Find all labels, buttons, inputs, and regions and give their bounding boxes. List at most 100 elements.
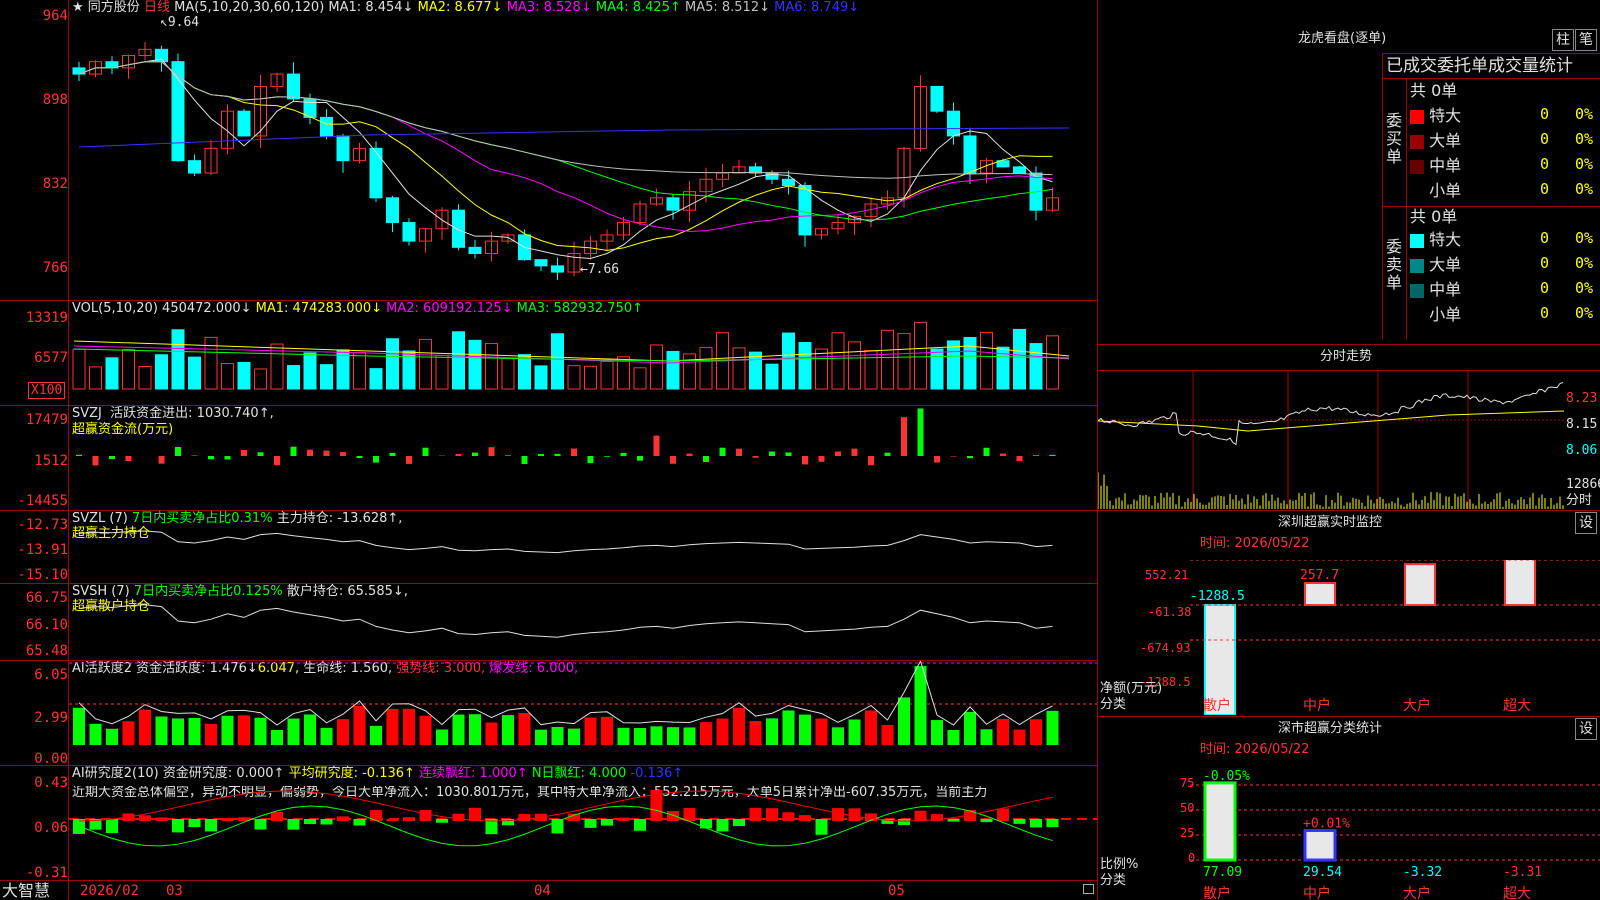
classify-settings-button[interactable]: 设 <box>1575 718 1597 740</box>
volume-bar <box>749 351 762 390</box>
color-swatch <box>1410 308 1424 323</box>
flow-bar <box>983 447 990 456</box>
svzj-chart[interactable] <box>69 406 1097 510</box>
activity-bar <box>980 729 993 745</box>
activity-bar <box>551 726 564 745</box>
intraday-vol-unit: 分时 <box>1566 493 1593 508</box>
order-row: 中单 <box>1410 157 1461 175</box>
ma-line <box>78 61 1053 179</box>
flow-bar <box>752 456 759 458</box>
research-bar <box>1030 819 1042 828</box>
monitor-category: 超大 <box>1503 698 1531 714</box>
volume-bar <box>683 353 696 390</box>
order-row: 特大 <box>1410 107 1461 125</box>
intraday-chart[interactable] <box>1098 371 1564 509</box>
flow-bar <box>604 456 610 457</box>
research-bar <box>436 819 448 823</box>
row-percent: 0% <box>1575 180 1594 198</box>
volume-bar <box>105 357 119 390</box>
vol-tick: 6577 <box>34 350 68 366</box>
candle <box>930 85 944 112</box>
monitor-category: 大户 <box>1403 697 1431 714</box>
tick-mode-button[interactable]: 笔 <box>1575 29 1597 51</box>
activity-bar <box>634 727 646 745</box>
activity-bar <box>106 728 118 745</box>
activity-bar <box>947 729 960 745</box>
svsh-chart[interactable] <box>69 584 1097 660</box>
volume-bar <box>320 364 333 390</box>
volume-chart[interactable] <box>69 301 1097 405</box>
ai-active-chart[interactable] <box>69 661 1097 765</box>
classify-bar-chart[interactable]: -0.05% 77.09 散户 +0.01% 29.54 中户 -3.32 大户 -3.31 超大 <box>1190 760 1600 900</box>
activity-bar <box>881 724 894 745</box>
intraday-vol-tick: 12866 <box>1566 477 1600 492</box>
candle <box>287 73 300 100</box>
buy-label: 委买单 <box>1386 111 1403 166</box>
research-bar <box>947 819 960 822</box>
activity-bar <box>601 716 613 745</box>
research-bar <box>337 816 349 821</box>
research-bar <box>403 817 415 821</box>
row-name: 特大 <box>1429 230 1462 249</box>
ma-line <box>78 58 1053 259</box>
research-bar <box>700 819 712 829</box>
research-bar <box>980 819 993 823</box>
flow-bar <box>208 456 214 460</box>
classify-top-label: -0.05% <box>1203 769 1250 784</box>
flow-bar <box>290 446 297 456</box>
flow-bar <box>224 456 231 460</box>
svzl-chart[interactable] <box>69 511 1097 583</box>
monitor-bar-chart[interactable]: -1288.5散户257.7中户478.59大户552.21超大 <box>1190 560 1600 715</box>
classify-xlabel: 分类 <box>1100 873 1127 888</box>
activity-bar <box>898 697 910 745</box>
svsh-tick: 66.10 <box>25 617 68 633</box>
activity-bar <box>469 714 481 745</box>
volume-bar <box>650 344 663 390</box>
classify-title: 深市超赢分类统计 <box>1278 721 1383 736</box>
volume-bar <box>1046 335 1059 390</box>
volume-bar <box>254 368 267 390</box>
kline-chart[interactable] <box>69 0 1097 300</box>
classify-category: 中户 <box>1303 885 1331 900</box>
svsh-tick: 65.48 <box>25 643 68 659</box>
price-tick: 964 <box>42 8 68 24</box>
dragon-title: 龙虎看盘(逐单) <box>1298 31 1387 46</box>
candle <box>188 160 201 174</box>
flow-bar <box>653 435 660 456</box>
flow-bar <box>851 448 858 456</box>
activity-bar <box>799 714 811 745</box>
activity-bar <box>766 718 778 745</box>
activity-bar <box>617 727 630 745</box>
vol-unit-button[interactable]: X100 <box>28 382 66 399</box>
row-value: 0 <box>1540 105 1550 123</box>
research-bar <box>188 819 201 828</box>
classify-bar <box>1303 828 1337 862</box>
research-bar <box>815 819 828 835</box>
activity-bar <box>749 721 762 745</box>
bar-mode-button[interactable]: 柱 <box>1552 29 1574 51</box>
monitor-title: 深圳超赢实时监控 <box>1278 515 1383 530</box>
monitor-settings-button[interactable]: 设 <box>1575 512 1597 534</box>
flow-bar <box>406 456 412 464</box>
candle <box>798 184 812 236</box>
brand-logo[interactable]: 大智慧 <box>2 882 50 900</box>
flow-bar <box>703 456 709 463</box>
candle <box>171 61 185 162</box>
ai-research-chart[interactable] <box>69 766 1097 880</box>
candle <box>666 197 680 211</box>
lock-icon[interactable] <box>1083 884 1094 894</box>
classify-category: 大户 <box>1403 885 1431 900</box>
volume-bar <box>188 356 201 390</box>
color-swatch <box>1410 233 1424 248</box>
ai-active-tick: 2.99 <box>34 710 68 726</box>
row-value: 0 <box>1540 155 1550 173</box>
avg-price-line <box>1098 410 1564 432</box>
flow-bar <box>538 454 544 456</box>
activity-bar <box>1046 710 1059 745</box>
candle <box>452 209 465 248</box>
row-percent: 0% <box>1575 254 1594 272</box>
svzl-tick: -13.91 <box>17 542 68 558</box>
candle <box>963 135 977 174</box>
monitor-tick: 552.21 <box>1145 568 1189 582</box>
flow-bar <box>571 448 577 456</box>
